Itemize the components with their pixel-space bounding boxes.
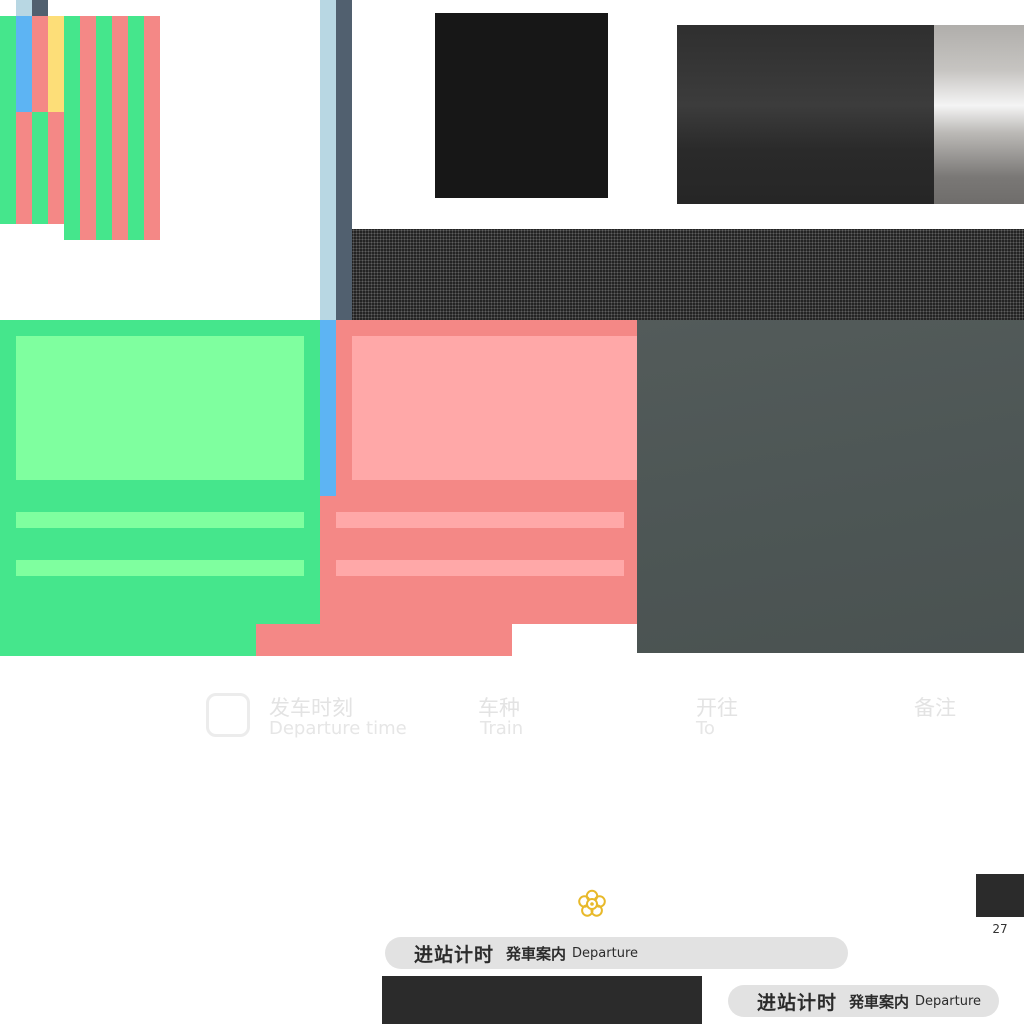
green-card-image bbox=[16, 336, 304, 480]
train-label-en: Train bbox=[480, 718, 524, 739]
gray-panel bbox=[637, 320, 1024, 653]
stripe bbox=[64, 16, 80, 240]
pill-title-en: Departure bbox=[572, 945, 638, 961]
page-number: 27 bbox=[992, 922, 1008, 936]
green-card-line bbox=[16, 560, 304, 576]
stripe bbox=[32, 16, 48, 112]
stripe bbox=[0, 16, 16, 224]
swatch-pale-blue bbox=[16, 0, 32, 16]
dark-bar bbox=[382, 976, 702, 1024]
pill-title-cn: 进站计时 bbox=[414, 943, 495, 966]
metallic-strip bbox=[934, 25, 1024, 204]
dark-gradient-panel bbox=[677, 25, 934, 204]
stripe bbox=[96, 16, 112, 240]
to-label-en: To bbox=[696, 718, 715, 739]
departure-pill[interactable]: 进站计时 発車案内 Departure bbox=[728, 985, 999, 1017]
pink-base bbox=[256, 624, 512, 656]
stripe bbox=[16, 16, 32, 112]
green-card bbox=[0, 320, 320, 656]
checkbox[interactable] bbox=[206, 693, 250, 737]
green-card-line bbox=[16, 512, 304, 528]
stripe bbox=[16, 112, 32, 224]
pill-title-en: Departure bbox=[915, 993, 981, 1009]
pink-card-image bbox=[352, 336, 637, 480]
stripe bbox=[48, 16, 64, 112]
stripe bbox=[32, 112, 48, 224]
departure-pill[interactable]: 进站计时 発車案内 Departure bbox=[385, 937, 848, 969]
swatch-slate bbox=[32, 0, 48, 16]
dark-thumbnail bbox=[976, 874, 1024, 917]
slate-bar bbox=[336, 0, 352, 320]
pale-blue-bar bbox=[320, 0, 336, 320]
flower-icon bbox=[577, 889, 607, 919]
pink-card-line bbox=[336, 560, 624, 576]
pill-title-cn: 进站计时 bbox=[757, 991, 838, 1014]
stripe bbox=[48, 112, 64, 224]
stripe-swatch bbox=[0, 0, 160, 240]
remarks-label-cn: 备注 bbox=[914, 696, 956, 720]
blue-divider bbox=[320, 320, 336, 496]
pink-card bbox=[336, 320, 637, 624]
pink-fill bbox=[320, 496, 336, 624]
stripe bbox=[112, 16, 128, 240]
stripe bbox=[80, 16, 96, 240]
pink-card-line bbox=[336, 512, 624, 528]
stripe bbox=[128, 16, 144, 240]
dark-square bbox=[435, 13, 608, 198]
departure-time-label-en: Departure time bbox=[269, 718, 407, 739]
pill-title-jp: 発車案内 bbox=[849, 992, 910, 1011]
stripe bbox=[144, 16, 160, 240]
dot-texture-strip bbox=[352, 229, 1024, 320]
pill-title-jp: 発車案内 bbox=[506, 944, 567, 963]
